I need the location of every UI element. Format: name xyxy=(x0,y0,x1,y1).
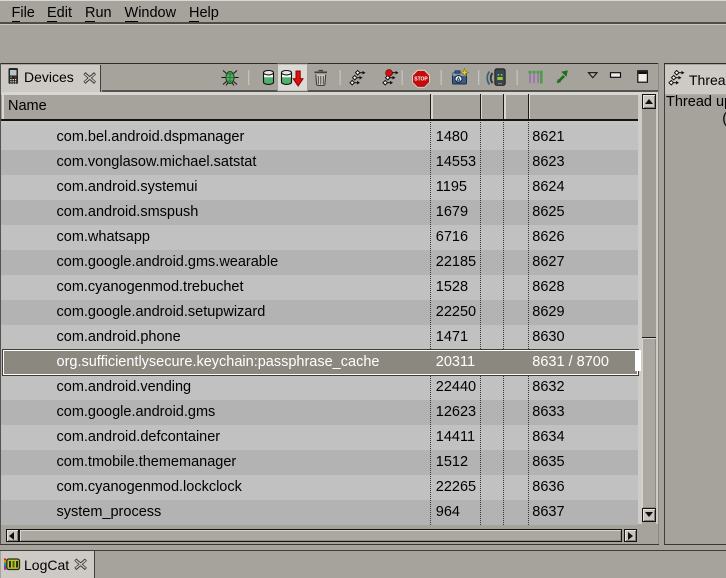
svg-text:STOP: STOP xyxy=(414,77,428,83)
